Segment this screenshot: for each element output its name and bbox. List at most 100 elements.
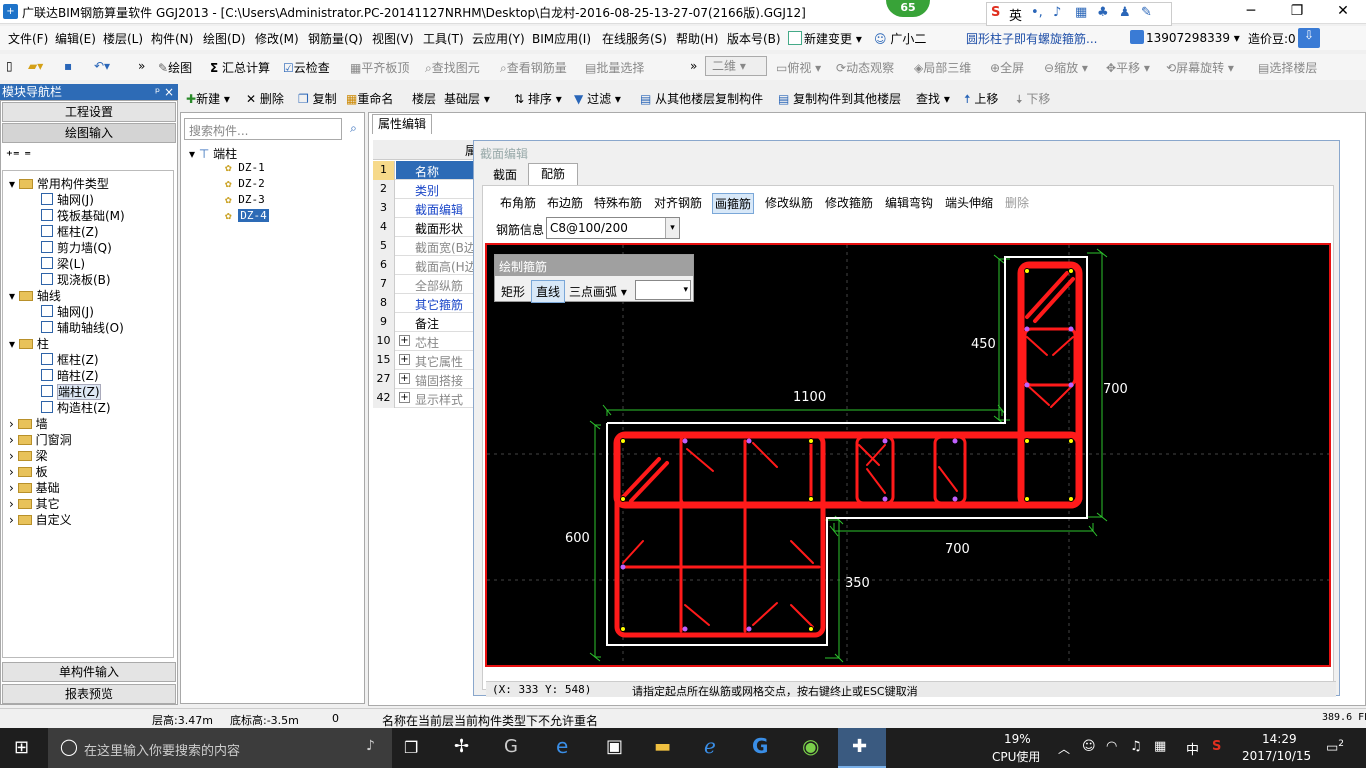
fan-app-icon[interactable]: ✢ <box>454 736 469 757</box>
component-item-dz1[interactable]: ✿ DZ-1 <box>225 161 265 174</box>
top-view-button[interactable]: ▭俯视 ▾ <box>776 59 821 76</box>
ime-punct-icon[interactable]: •, <box>1031 5 1043 20</box>
component-item-dz4[interactable]: ✿ DZ-4 <box>225 209 269 222</box>
rebar-tool-button[interactable]: 对齐钢筋 <box>652 193 704 212</box>
tab-section[interactable]: 截面 <box>482 165 528 185</box>
menu-file[interactable]: 文件(F) <box>8 30 48 47</box>
section-drawing[interactable]: 1100 600 450 700 700 350 <box>487 245 1329 665</box>
browser-360-icon[interactable]: ◉ <box>802 734 819 758</box>
wrench-icon[interactable]: ✎ <box>1141 5 1152 20</box>
nav-tree-item[interactable]: 筏板基础(M) <box>41 207 125 224</box>
filter-button[interactable]: ▼ 过滤 ▾ <box>574 90 621 107</box>
more-icon[interactable]: » <box>138 59 145 73</box>
download-icon[interactable]: ⇩ <box>1298 28 1320 48</box>
user-icon[interactable]: ♟ <box>1119 5 1131 20</box>
property-row[interactable]: 10 + 芯柱 <box>373 332 473 351</box>
copy-button[interactable]: ❐ 复制 <box>298 90 337 107</box>
skin-icon[interactable]: ♣ <box>1097 5 1109 20</box>
menu-version[interactable]: 版本号(B) <box>727 30 781 47</box>
chevron-down-icon[interactable]: ▾ <box>665 218 679 238</box>
property-row[interactable]: 8 其它箍筋 <box>373 294 473 313</box>
mic-icon[interactable]: ♪ <box>1053 5 1061 20</box>
mic-icon[interactable]: ♪ <box>366 738 375 754</box>
fullscreen-button[interactable]: ⊕全屏 <box>990 59 1024 76</box>
ime-indicator[interactable]: 中 <box>1186 739 1199 758</box>
component-root[interactable]: ▾ ⊤ 端柱 <box>189 145 237 162</box>
rebar-tool-button[interactable]: 画箍筋 <box>712 193 755 214</box>
delete-button[interactable]: ✕ 删除 <box>246 90 284 107</box>
menu-edit[interactable]: 编辑(E) <box>55 30 96 47</box>
property-row[interactable]: 42 + 显示样式 <box>373 389 473 408</box>
nav-tree-item[interactable]: › 门窗洞 <box>9 431 72 448</box>
nav-tree-item[interactable]: › 自定义 <box>9 511 72 528</box>
expand-plus-icon[interactable]: + <box>399 392 410 403</box>
chevron-right-icon[interactable]: › <box>9 481 18 495</box>
nav-tree-item[interactable]: 框柱(Z) <box>41 351 99 368</box>
nav-tree-item[interactable]: ▾ 常用构件类型 <box>9 175 109 192</box>
view-mode-select[interactable]: 二维 ▾ <box>705 56 767 76</box>
tab-rebar[interactable]: 配筋 <box>528 163 578 185</box>
menu-rebar[interactable]: 钢筋量(Q) <box>308 30 363 47</box>
rebar-tool-button[interactable]: 布边筋 <box>545 193 585 212</box>
project-settings-button[interactable]: 工程设置 <box>2 102 176 122</box>
task-view-icon[interactable]: ❐ <box>404 738 418 757</box>
more2-icon[interactable]: » <box>690 59 697 73</box>
clock-date[interactable]: 2017/10/15 <box>1242 749 1311 763</box>
sogou-icon[interactable]: S <box>991 5 1000 20</box>
cost-beans[interactable]: 造价豆:0 <box>1248 30 1296 47</box>
nav-tree-item[interactable]: ▾ 柱 <box>9 335 49 352</box>
component-search-input[interactable]: 搜索构件... <box>184 118 342 140</box>
move-up-button[interactable]: 🠅 上移 <box>964 90 998 111</box>
select-floor-button[interactable]: ▤选择楼层 <box>1258 59 1317 76</box>
dynamic-view-button[interactable]: ⟳动态观察 <box>836 59 894 76</box>
arc-option-select[interactable]: ▾ <box>635 280 691 300</box>
chevron-right-icon[interactable]: › <box>9 465 18 479</box>
notification-badge[interactable]: 65 <box>886 0 930 17</box>
menu-tools[interactable]: 工具(T) <box>423 30 464 47</box>
minimize-button[interactable]: ─ <box>1228 0 1274 24</box>
explorer-icon[interactable]: ▬ <box>654 736 671 757</box>
rebar-info-select[interactable]: C8@100/200 ▾ <box>546 217 680 239</box>
news-link[interactable]: 圆形柱子即有螺旋箍筋... <box>966 30 1097 47</box>
nav-tree-item[interactable]: 框柱(Z) <box>41 223 99 240</box>
component-item-dz3[interactable]: ✿ DZ-3 <box>225 193 265 206</box>
chevron-right-icon[interactable]: › <box>9 497 18 511</box>
chevron-right-icon[interactable]: › <box>9 513 18 527</box>
property-row[interactable]: 3 截面编辑 <box>373 199 473 218</box>
menu-cloud[interactable]: 云应用(Y) <box>472 30 525 47</box>
component-item-dz2[interactable]: ✿ DZ-2 <box>225 177 265 190</box>
windows-start-icon[interactable]: ⊞ <box>14 737 29 758</box>
network-icon[interactable]: ◠ <box>1106 739 1117 754</box>
rect-mode-button[interactable]: 矩形 <box>501 283 525 300</box>
nav-tree-item[interactable]: 暗柱(Z) <box>41 367 99 384</box>
single-input-button[interactable]: 单构件输入 <box>2 662 176 682</box>
tray-chevron-icon[interactable]: ︿ <box>1058 740 1070 757</box>
property-row[interactable]: 2 类别 <box>373 180 473 199</box>
assistant-button[interactable]: ☺ 广小二 <box>874 30 926 47</box>
rebar-tool-button[interactable]: 删除 <box>1003 193 1031 212</box>
property-row[interactable]: 27 + 锚固搭接 <box>373 370 473 389</box>
menu-floor[interactable]: 楼层(L) <box>103 30 143 47</box>
copy-to-floor-button[interactable]: ▤ 复制构件到其他楼层 <box>778 90 901 107</box>
menu-draw[interactable]: 绘图(D) <box>203 30 246 47</box>
taskbar-search[interactable]: ◯ 在这里输入你要搜索的内容 ♪ <box>48 728 392 768</box>
drawing-canvas[interactable]: 1100 600 450 700 700 350 <box>485 243 1331 667</box>
rebar-tool-button[interactable]: 编辑弯钩 <box>883 193 935 212</box>
save-icon[interactable]: ▪ <box>64 59 72 73</box>
rebar-tool-button[interactable]: 修改纵筋 <box>763 193 815 212</box>
expand-plus-icon[interactable]: + <box>399 373 410 384</box>
notification-icon[interactable]: ▭2 <box>1326 739 1344 755</box>
floor-select[interactable]: 基础层 ▾ <box>444 90 490 107</box>
chevron-right-icon[interactable]: › <box>9 449 18 463</box>
chevron-down-icon[interactable]: ▾ <box>9 337 19 351</box>
restore-button[interactable]: ❐ <box>1274 0 1320 24</box>
account-button[interactable]: 13907298339 ▾ <box>1130 30 1240 45</box>
expand-plus-icon[interactable]: + <box>399 335 410 346</box>
cloud-check-button[interactable]: ☑云检查 <box>283 59 330 76</box>
nav-tree-item[interactable]: › 基础 <box>9 479 60 496</box>
open-folder-icon[interactable]: ▰▾ <box>28 59 43 73</box>
new-file-icon[interactable]: ▯ <box>6 59 13 73</box>
glodon-g-icon[interactable]: G <box>752 734 768 758</box>
zoom-button[interactable]: ⊖缩放 ▾ <box>1044 59 1088 76</box>
chevron-down-icon[interactable]: ▾ <box>9 289 19 303</box>
